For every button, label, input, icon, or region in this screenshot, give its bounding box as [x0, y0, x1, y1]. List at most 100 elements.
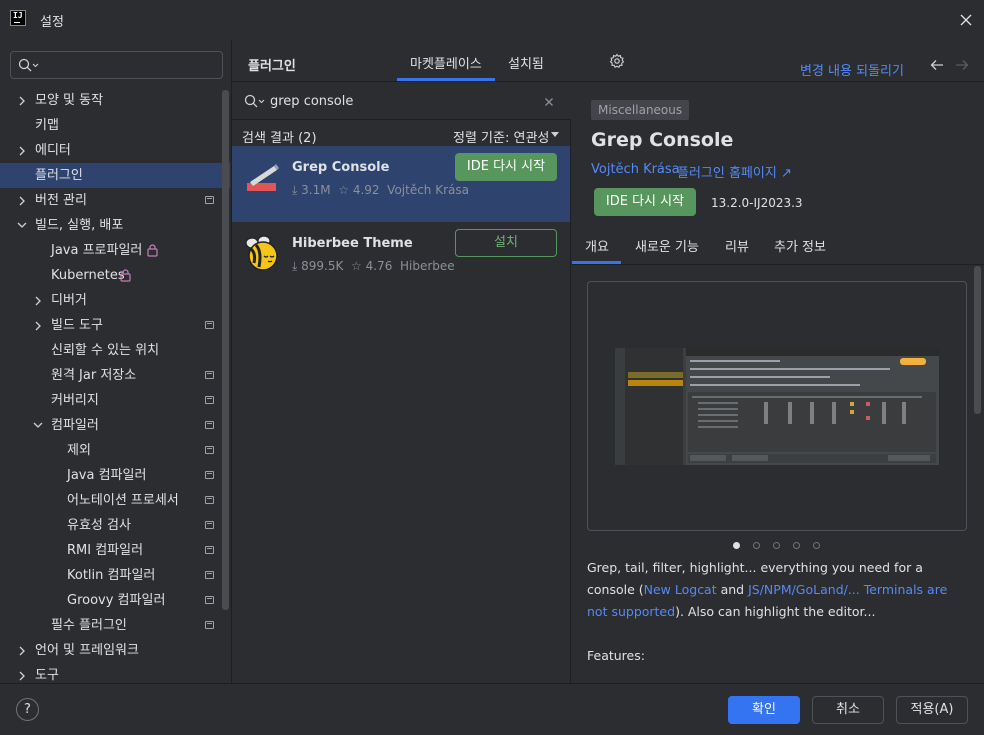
- sidebar-item-excludes[interactable]: 제외: [0, 438, 230, 463]
- vendor-link[interactable]: Vojtěch Krása: [591, 162, 680, 177]
- plugin-row-grep-console[interactable]: Grep Console ⤓ 3.1M ☆ 4.92 Vojtěch Krása…: [232, 146, 570, 222]
- chevron-down-icon[interactable]: [17, 221, 27, 229]
- dialog-footer: ? 확인 취소 적용(A): [0, 683, 984, 735]
- sidebar-item-label: 플러그인: [35, 168, 83, 183]
- ok-button[interactable]: 확인: [728, 696, 800, 724]
- download-icon: ⤓: [292, 259, 298, 273]
- sort-dropdown[interactable]: 정렬 기준: 연관성: [453, 127, 549, 146]
- apply-button[interactable]: 적용(A): [896, 696, 968, 724]
- sidebar-item-label: 빌드 도구: [51, 318, 103, 333]
- revert-changes-link[interactable]: 변경 내용 되돌리기: [800, 60, 904, 79]
- close-icon[interactable]: [958, 12, 974, 28]
- chevron-right-icon[interactable]: [18, 96, 26, 106]
- sidebar-item-label: 언어 및 프레임워크: [35, 643, 139, 658]
- chevron-down-icon[interactable]: [551, 132, 559, 138]
- tab-reviews[interactable]: 리뷰: [725, 236, 749, 255]
- sidebar-item-label: 컴파일러: [51, 418, 99, 433]
- plugin-search-input[interactable]: grep console: [270, 94, 353, 109]
- sidebar-item-remote-jar-repositories[interactable]: 원격 Jar 저장소: [0, 363, 230, 388]
- carousel-dot[interactable]: [733, 542, 740, 549]
- tab-divider: [572, 264, 984, 265]
- sidebar-item-build-tools[interactable]: 빌드 도구: [0, 313, 230, 338]
- page-title: 플러그인: [248, 59, 296, 74]
- carousel-dot[interactable]: [793, 542, 800, 549]
- plugin-row-hiberbee-theme[interactable]: Hiberbee Theme ⤓ 899.5K ☆ 4.76 Hiberbee …: [232, 222, 570, 298]
- sidebar-item-kotlin-compiler[interactable]: Kotlin 컴파일러: [0, 563, 230, 588]
- sidebar-item-label: 키맵: [35, 118, 59, 133]
- chevron-right-icon[interactable]: [18, 671, 26, 681]
- carousel-dot[interactable]: [773, 542, 780, 549]
- restart-ide-button[interactable]: IDE 다시 시작: [455, 153, 557, 181]
- sidebar-item-build-execution-deployment[interactable]: 빌드, 실행, 배포: [0, 213, 230, 238]
- chevron-right-icon[interactable]: [34, 296, 42, 306]
- detail-scrollbar[interactable]: [974, 266, 981, 414]
- plugin-screenshot[interactable]: [587, 281, 967, 531]
- sidebar-item-appearance[interactable]: 모양 및 동작: [0, 88, 230, 113]
- sidebar-item-rmi-compiler[interactable]: RMI 컴파일러: [0, 538, 230, 563]
- arrow-left-icon[interactable]: [930, 59, 944, 71]
- lock-icon: [120, 269, 131, 282]
- sidebar-item-version-control[interactable]: 버전 관리: [0, 188, 230, 213]
- sidebar-item-label: 필수 플러그인: [51, 618, 127, 633]
- sidebar-item-label: 버전 관리: [35, 193, 87, 208]
- sidebar-scrollbar[interactable]: [222, 90, 229, 610]
- tab-installed[interactable]: 설치됨: [508, 53, 544, 72]
- sidebar-item-label: 원격 Jar 저장소: [51, 368, 137, 383]
- clear-icon[interactable]: [544, 97, 554, 107]
- project-scope-icon: [205, 471, 214, 479]
- help-button[interactable]: ?: [16, 698, 39, 721]
- project-scope-icon: [205, 371, 214, 379]
- restart-ide-button[interactable]: IDE 다시 시작: [594, 188, 696, 216]
- cancel-button[interactable]: 취소: [812, 696, 884, 724]
- plugin-description: Grep, tail, filter, highlight... everyth…: [587, 560, 948, 619]
- sidebar-item-validation[interactable]: 유효성 검사: [0, 513, 230, 538]
- sidebar-item-debugger[interactable]: 디버거: [0, 288, 230, 313]
- sidebar-item-label: Kubernetes: [51, 268, 125, 283]
- project-scope-icon: [205, 321, 214, 329]
- features-heading: Features:: [587, 648, 645, 663]
- arrow-right-icon[interactable]: [955, 59, 969, 71]
- new-logcat-link[interactable]: New Logcat: [644, 582, 717, 597]
- sidebar-item-compiler[interactable]: 컴파일러: [0, 413, 230, 438]
- sidebar-item-coverage[interactable]: 커버리지: [0, 388, 230, 413]
- chevron-right-icon[interactable]: [18, 196, 26, 206]
- carousel-dot[interactable]: [753, 542, 760, 549]
- sidebar-item-required-plugins[interactable]: 필수 플러그인: [0, 613, 230, 638]
- sidebar-item-java-compiler[interactable]: Java 컴파일러: [0, 463, 230, 488]
- sidebar-item-label: RMI 컴파일러: [67, 543, 144, 558]
- settings-search-input[interactable]: [10, 51, 223, 79]
- chevron-down-icon[interactable]: [33, 421, 43, 429]
- sidebar-item-label: 디버거: [51, 293, 87, 308]
- active-tab-indicator: [397, 78, 495, 81]
- sidebar-item-kubernetes[interactable]: Kubernetes: [0, 263, 230, 288]
- install-button[interactable]: 설치: [455, 229, 557, 257]
- sidebar-item-keymap[interactable]: 키맵: [0, 113, 230, 138]
- sidebar-item-trusted-locations[interactable]: 신뢰할 수 있는 위치: [0, 338, 230, 363]
- chevron-right-icon[interactable]: [18, 646, 26, 656]
- sidebar-item-label: 모양 및 동작: [35, 93, 104, 108]
- tab-whats-new[interactable]: 새로운 기능: [635, 236, 699, 255]
- tab-marketplace[interactable]: 마켓플레이스: [410, 53, 482, 72]
- sidebar-item-label: Java 컴파일러: [67, 468, 147, 483]
- project-scope-icon: [205, 546, 214, 554]
- project-scope-icon: [205, 496, 214, 504]
- chevron-right-icon[interactable]: [34, 321, 42, 331]
- sidebar-item-groovy-compiler[interactable]: Groovy 컴파일러: [0, 588, 230, 613]
- project-scope-icon: [205, 521, 214, 529]
- sidebar-item-languages-frameworks[interactable]: 언어 및 프레임워크: [0, 638, 230, 663]
- plugin-search-field[interactable]: grep console: [232, 83, 571, 120]
- gear-icon[interactable]: [609, 53, 625, 69]
- plugin-name: Hiberbee Theme: [292, 236, 413, 251]
- sidebar-item-plugins[interactable]: 플러그인: [0, 163, 230, 188]
- tab-overview[interactable]: 개요: [585, 236, 609, 255]
- chevron-right-icon[interactable]: [18, 146, 26, 156]
- sidebar-item-annotation-processors[interactable]: 어노테이션 프로세서: [0, 488, 230, 513]
- plugin-name: Grep Console: [292, 160, 390, 175]
- plugin-version: 13.2.0-IJ2023.3: [711, 196, 803, 210]
- carousel-dot[interactable]: [813, 542, 820, 549]
- tab-additional-info[interactable]: 추가 정보: [774, 236, 826, 255]
- sidebar-item-editor[interactable]: 에디터: [0, 138, 230, 163]
- plugin-homepage-link[interactable]: 플러그인 홈페이지 ↗: [677, 162, 792, 181]
- sidebar-item-java-profiler[interactable]: Java 프로파일러: [0, 238, 230, 263]
- settings-sidebar: 모양 및 동작 키맵 에디터 플러그인 버전 관리 빌드, 실행, 배포 Jav…: [0, 40, 232, 683]
